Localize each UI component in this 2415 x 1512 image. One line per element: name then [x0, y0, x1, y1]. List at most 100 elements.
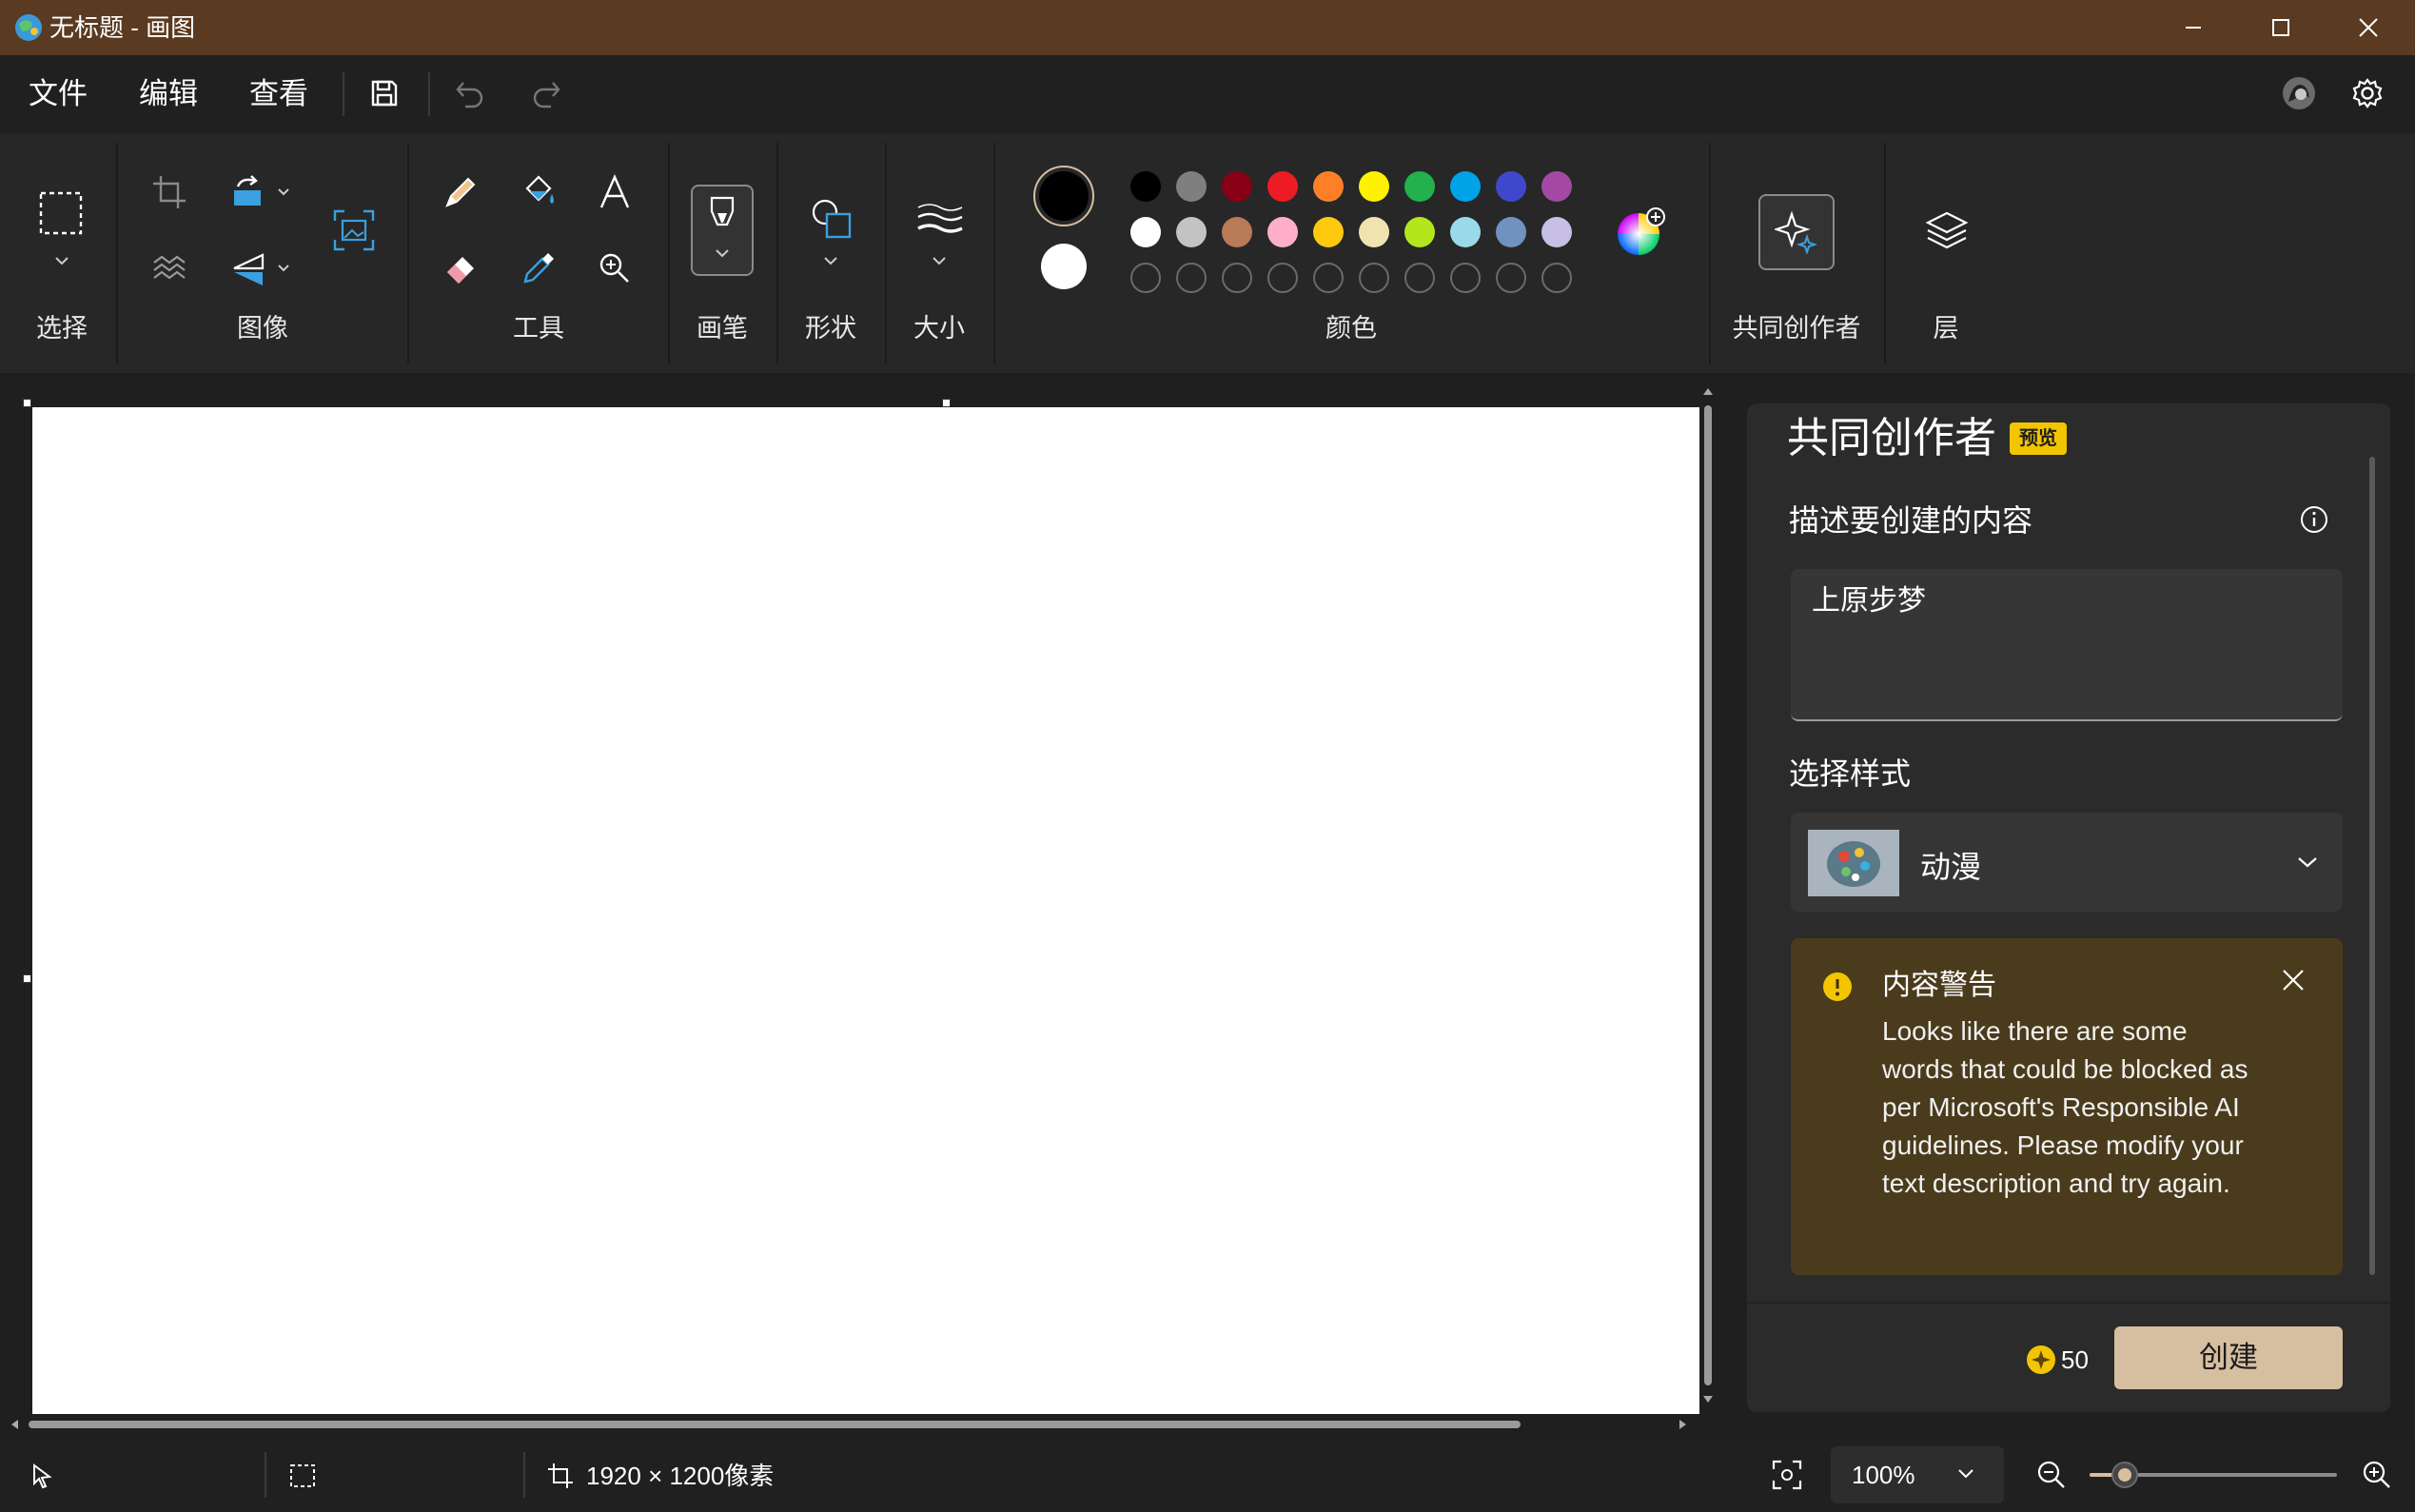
fill-tool-button[interactable] [510, 164, 567, 221]
resize-handle-top-left[interactable] [23, 399, 31, 407]
color-swatch[interactable] [1359, 171, 1389, 202]
zoom-out-button[interactable] [2032, 1456, 2071, 1494]
color-swatch[interactable] [1541, 217, 1572, 247]
settings-button[interactable] [2346, 72, 2388, 114]
dismiss-warning-button[interactable] [2278, 965, 2308, 995]
color-swatch[interactable] [1450, 217, 1481, 247]
eraser-tool-button[interactable] [432, 240, 489, 297]
menu-divider [428, 72, 430, 116]
resize-handle-top[interactable] [942, 399, 951, 407]
fit-to-window-button[interactable] [1768, 1456, 1806, 1494]
chevron-down-icon[interactable] [822, 255, 839, 266]
color-swatch[interactable] [1496, 217, 1526, 247]
size-button[interactable] [912, 192, 969, 249]
palette-art-icon [1808, 830, 1899, 896]
pencil-tool-button[interactable] [432, 164, 489, 221]
resize-handle-left[interactable] [23, 974, 31, 983]
status-divider [523, 1452, 525, 1498]
zoom-in-button[interactable] [2358, 1456, 2396, 1494]
secondary-color-button[interactable] [1041, 244, 1087, 289]
crop-icon [153, 176, 186, 208]
custom-color-slot[interactable] [1404, 263, 1435, 293]
color-swatch[interactable] [1313, 171, 1344, 202]
vertical-scrollbar[interactable] [1699, 383, 1717, 1412]
color-swatch[interactable] [1450, 171, 1481, 202]
color-swatch[interactable] [1541, 171, 1572, 202]
color-swatch[interactable] [1267, 171, 1298, 202]
color-swatch[interactable] [1496, 171, 1526, 202]
chevron-down-icon[interactable] [53, 255, 70, 266]
save-button[interactable] [363, 72, 405, 114]
custom-color-slot[interactable] [1541, 263, 1572, 293]
color-swatch[interactable] [1130, 217, 1161, 247]
custom-color-slot[interactable] [1267, 263, 1298, 293]
remove-background-button[interactable] [141, 240, 198, 297]
color-swatch[interactable] [1176, 217, 1207, 247]
flip-button[interactable] [221, 240, 278, 297]
menu-file[interactable]: 文件 [29, 74, 88, 114]
create-button[interactable]: 创建 [2114, 1326, 2343, 1389]
resize-image-button[interactable] [325, 202, 383, 259]
color-picker-tool-button[interactable] [510, 240, 567, 297]
redo-button[interactable] [525, 72, 567, 114]
zoom-slider-thumb[interactable] [2111, 1462, 2139, 1488]
color-swatch[interactable] [1222, 171, 1252, 202]
custom-color-slot[interactable] [1313, 263, 1344, 293]
custom-color-slot[interactable] [1359, 263, 1389, 293]
color-swatch[interactable] [1176, 171, 1207, 202]
minimize-icon [2186, 27, 2201, 29]
account-button[interactable] [2278, 72, 2320, 114]
info-button[interactable] [2299, 504, 2329, 535]
minimize-button[interactable] [2149, 0, 2238, 55]
custom-color-slot[interactable] [1130, 263, 1161, 293]
color-swatch[interactable] [1404, 171, 1435, 202]
color-swatch[interactable] [1130, 171, 1161, 202]
color-swatch[interactable] [1222, 217, 1252, 247]
scroll-right-icon[interactable] [1677, 1418, 1690, 1431]
vertical-scroll-thumb[interactable] [1704, 405, 1712, 1385]
text-tool-button[interactable] [586, 164, 643, 221]
select-tool-button[interactable] [32, 185, 89, 242]
save-icon [371, 80, 398, 107]
menu-edit[interactable]: 编辑 [139, 74, 198, 114]
maximize-button[interactable] [2236, 0, 2326, 55]
brush-button[interactable] [691, 185, 754, 276]
custom-color-slot[interactable] [1496, 263, 1526, 293]
edit-colors-button[interactable] [1616, 207, 1665, 257]
custom-color-slot[interactable] [1450, 263, 1481, 293]
title-bar [0, 0, 2415, 55]
chevron-down-icon [716, 249, 729, 258]
color-swatch[interactable] [1267, 217, 1298, 247]
drawing-canvas[interactable] [32, 407, 1699, 1414]
horizontal-scrollbar[interactable] [6, 1416, 1699, 1433]
crop-button[interactable] [141, 164, 198, 221]
color-swatch[interactable] [1313, 217, 1344, 247]
custom-color-slot[interactable] [1222, 263, 1252, 293]
primary-color-button[interactable] [1033, 166, 1094, 226]
color-swatch[interactable] [1404, 217, 1435, 247]
scroll-left-icon[interactable] [8, 1418, 21, 1431]
magnifier-tool-button[interactable] [586, 240, 643, 297]
ribbon-separator [1709, 143, 1711, 363]
group-label-cocreator: 共同创作者 [1732, 314, 1861, 343]
chevron-down-icon[interactable] [931, 255, 948, 266]
info-icon [2301, 506, 2327, 533]
close-window-button[interactable] [2324, 0, 2413, 55]
pencil-icon [445, 177, 476, 207]
scroll-up-icon[interactable] [1701, 384, 1715, 398]
layers-button[interactable] [1918, 204, 1975, 261]
rotate-button[interactable] [221, 164, 278, 221]
menu-view[interactable]: 查看 [249, 74, 308, 114]
color-swatch[interactable] [1359, 217, 1389, 247]
chevron-down-icon[interactable] [276, 187, 291, 198]
undo-button[interactable] [449, 72, 491, 114]
scroll-down-icon[interactable] [1701, 1393, 1715, 1406]
menu-bar: 文件 编辑 查看 [0, 55, 2415, 133]
panel-scrollbar[interactable] [2369, 457, 2375, 1275]
shapes-button[interactable] [803, 190, 860, 247]
horizontal-scroll-thumb[interactable] [29, 1421, 1521, 1428]
zoom-slider[interactable] [2090, 1458, 2337, 1492]
custom-color-slot[interactable] [1176, 263, 1207, 293]
chevron-down-icon[interactable] [276, 263, 291, 274]
cocreator-button[interactable] [1758, 194, 1835, 270]
